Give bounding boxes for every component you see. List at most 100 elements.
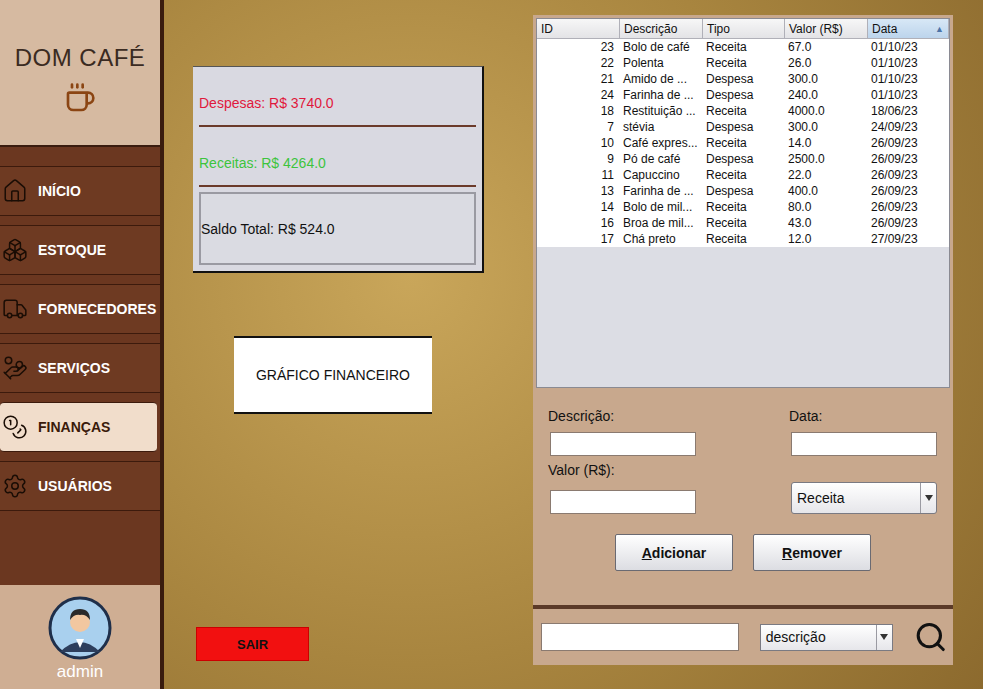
expenses-text: Despesas: R$ 3740.0 (199, 67, 476, 127)
select-arrow (920, 483, 936, 513)
sidebar-item[interactable]: FORNECEDORES (0, 284, 160, 334)
table-cell[interactable]: 24 (537, 87, 620, 103)
table-cell[interactable]: 16 (537, 215, 620, 231)
table-cell[interactable]: 22.0 (785, 167, 868, 183)
table-cell[interactable]: 26/09/23 (868, 215, 949, 231)
table-cell[interactable]: Receita (703, 215, 785, 231)
table-cell[interactable]: 14 (537, 199, 620, 215)
type-select[interactable]: Receita (791, 482, 937, 514)
table-header-cell[interactable]: Valor (R$) (785, 19, 868, 39)
table-cell[interactable]: Broa de mil... (620, 215, 703, 231)
table-cell[interactable]: Receita (703, 167, 785, 183)
search-field-select[interactable]: descrição (760, 624, 893, 651)
sidebar-item[interactable]: SERVIÇOS (0, 343, 160, 393)
table-cell[interactable]: Receita (703, 55, 785, 71)
value-field: Valor (R$): (548, 462, 789, 514)
table-cell[interactable]: Receita (703, 103, 785, 119)
table-cell[interactable]: Despesa (703, 87, 785, 103)
table-cell[interactable]: 01/10/23 (868, 55, 949, 71)
table-cell[interactable]: stévia (620, 119, 703, 135)
content-area: Despesas: R$ 3740.0Receitas: R$ 4264.0Sa… (164, 0, 983, 689)
table-cell[interactable]: 7 (537, 119, 620, 135)
table-cell[interactable]: 26/09/23 (868, 199, 949, 215)
table-cell[interactable]: Bolo de café (620, 39, 703, 55)
table-cell[interactable]: 67.0 (785, 39, 868, 55)
sidebar-item[interactable]: USUÁRIOS (0, 461, 160, 511)
table-cell[interactable]: Receita (703, 231, 785, 247)
sidebar-item[interactable]: ESTOQUE (0, 225, 160, 275)
sidebar-item[interactable]: FINANÇAS (0, 402, 157, 452)
table-cell[interactable]: Amido de ... (620, 71, 703, 87)
table-cell[interactable]: 18/06/23 (868, 103, 949, 119)
value-label: Valor (R$): (548, 462, 789, 480)
house-icon (2, 178, 28, 204)
table-cell[interactable]: 26/09/23 (868, 167, 949, 183)
summary-card: Despesas: R$ 3740.0Receitas: R$ 4264.0Sa… (193, 66, 484, 273)
table-cell[interactable]: 240.0 (785, 87, 868, 103)
table-header-cell[interactable]: Tipo (703, 19, 785, 39)
chart-button[interactable]: GRÁFICO FINANCEIRO (234, 336, 432, 414)
table-cell[interactable]: 13 (537, 183, 620, 199)
coffee-cup-icon (64, 82, 96, 114)
table-cell[interactable]: 9 (537, 151, 620, 167)
table-cell[interactable]: Farinha de ... (620, 87, 703, 103)
table-cell[interactable]: 80.0 (785, 199, 868, 215)
table-cell[interactable]: 14.0 (785, 135, 868, 151)
search-input[interactable] (541, 623, 739, 651)
table-header-cell[interactable]: ID (537, 19, 620, 39)
table-cell[interactable]: Receita (703, 135, 785, 151)
table-cell[interactable]: Despesa (703, 151, 785, 167)
table-cell[interactable]: 12.0 (785, 231, 868, 247)
table-cell[interactable]: 01/10/23 (868, 71, 949, 87)
table-cell[interactable]: Receita (703, 39, 785, 55)
table-cell[interactable]: Café expres... (620, 135, 703, 151)
table-cell[interactable]: 300.0 (785, 71, 868, 87)
table-cell[interactable]: 27/09/23 (868, 231, 949, 247)
table-cell[interactable]: 26.0 (785, 55, 868, 71)
table-cell[interactable]: 01/10/23 (868, 87, 949, 103)
table-cell[interactable]: 26/09/23 (868, 151, 949, 167)
table-cell[interactable]: 11 (537, 167, 620, 183)
table-cell[interactable]: 26/09/23 (868, 135, 949, 151)
table-cell[interactable]: Bolo de mil... (620, 199, 703, 215)
description-input[interactable] (550, 432, 696, 456)
table-cell[interactable]: 22 (537, 55, 620, 71)
date-input[interactable] (791, 432, 937, 456)
table-cell[interactable]: Polenta (620, 55, 703, 71)
finance-table: IDDescriçãoTipoValor (R$)Data▲23Bolo de … (536, 18, 950, 388)
left-column: Despesas: R$ 3740.0Receitas: R$ 4264.0Sa… (164, 0, 533, 689)
table-cell[interactable]: Chá preto (620, 231, 703, 247)
table-cell[interactable]: Pó de café (620, 151, 703, 167)
table-cell[interactable]: 23 (537, 39, 620, 55)
table-cell[interactable]: Despesa (703, 183, 785, 199)
table-header-cell[interactable]: Descrição (620, 19, 703, 39)
table-cell[interactable]: Despesa (703, 119, 785, 135)
table-cell[interactable]: Despesa (703, 71, 785, 87)
remove-button[interactable]: Remover (753, 534, 871, 571)
table-cell[interactable]: 300.0 (785, 119, 868, 135)
table-cell[interactable]: 2500.0 (785, 151, 868, 167)
table-cell[interactable]: 17 (537, 231, 620, 247)
table-cell[interactable]: Receita (703, 199, 785, 215)
add-button[interactable]: Adicionar (615, 534, 733, 571)
sidebar-item[interactable]: INÍCIO (0, 166, 160, 216)
table-header-cell[interactable]: Data▲ (868, 19, 949, 39)
table-cell[interactable]: 400.0 (785, 183, 868, 199)
table-cell[interactable]: 26/09/23 (868, 183, 949, 199)
value-input[interactable] (550, 490, 696, 514)
table-cell[interactable]: 43.0 (785, 215, 868, 231)
table-grid: IDDescriçãoTipoValor (R$)Data▲23Bolo de … (537, 19, 949, 247)
table-cell[interactable]: Farinha de ... (620, 183, 703, 199)
table-cell[interactable]: Restituição ... (620, 103, 703, 119)
table-cell[interactable]: Capuccino (620, 167, 703, 183)
table-cell[interactable]: 01/10/23 (868, 39, 949, 55)
table-cell[interactable]: 24/09/23 (868, 119, 949, 135)
sidebar-item-label: USUÁRIOS (38, 478, 112, 494)
table-cell[interactable]: 18 (537, 103, 620, 119)
table-cell[interactable]: 21 (537, 71, 620, 87)
magnifier-icon[interactable] (914, 620, 947, 654)
table-cell[interactable]: 4000.0 (785, 103, 868, 119)
exit-button[interactable]: SAIR (196, 627, 309, 661)
boxes-icon (2, 237, 28, 263)
table-cell[interactable]: 10 (537, 135, 620, 151)
